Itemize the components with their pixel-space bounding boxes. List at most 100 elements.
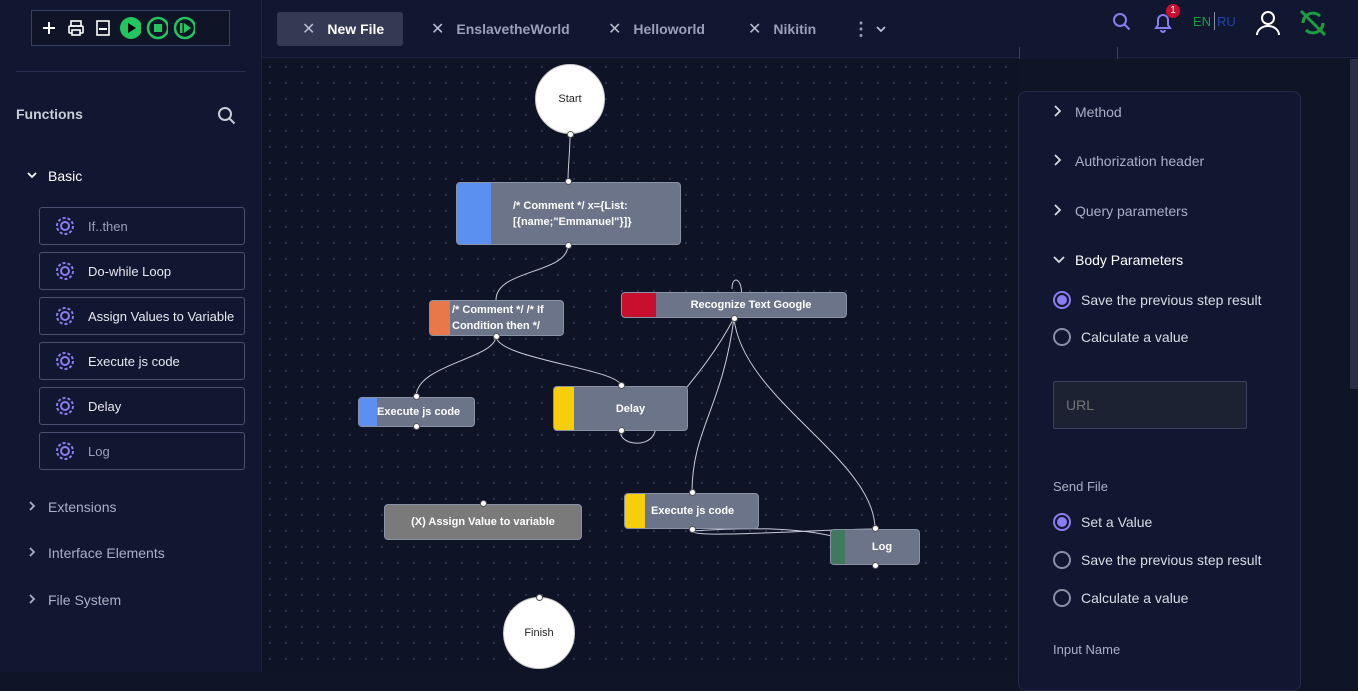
play-icon[interactable] (119, 17, 141, 39)
section-label: Authorization header (1075, 153, 1205, 169)
section-auth-header[interactable]: Authorization header (1053, 153, 1204, 169)
node-log[interactable]: Log (830, 529, 920, 565)
section-label: Method (1075, 104, 1122, 120)
node-label: /* Comment */ x={List: [{name;"Emmanuel"… (513, 199, 632, 228)
function-log[interactable]: Log (39, 432, 245, 470)
category-extensions[interactable]: Extensions (26, 499, 116, 515)
radio-sf-set-value[interactable]: Set a Value (1053, 513, 1152, 531)
port[interactable] (618, 382, 625, 389)
scrollbar[interactable] (1350, 59, 1358, 389)
category-basic[interactable]: Basic (26, 168, 82, 184)
lang-ru[interactable]: RU (1217, 14, 1236, 29)
close-icon[interactable]: ✕ (431, 19, 444, 39)
node-finish[interactable]: Finish (503, 597, 575, 669)
port[interactable] (689, 526, 696, 533)
flow-canvas[interactable]: Start /* Comment */ x={List: [{name;"Emm… (262, 59, 1018, 672)
node-execute-js-2[interactable]: Execute js code (624, 493, 759, 529)
gear-icon (54, 215, 76, 237)
tab-nikitin[interactable]: ✕ Nikitin (748, 12, 816, 46)
section-body-params[interactable]: Body Parameters (1053, 252, 1183, 268)
category-file-system[interactable]: File System (26, 592, 121, 608)
chevron-right-icon (26, 545, 40, 561)
stop-icon[interactable] (146, 16, 168, 40)
tab-new-file[interactable]: ✕ New File (277, 12, 404, 46)
chevron-right-icon (1053, 104, 1065, 120)
radio-body-calculate[interactable]: Calculate a value (1053, 328, 1188, 346)
category-interface-elements[interactable]: Interface Elements (26, 545, 165, 561)
node-label: Recognize Text Google (690, 299, 812, 311)
tab-label: Helloworld (633, 21, 705, 37)
toolbar (31, 10, 230, 46)
more-menu-icon[interactable]: ⋮ (852, 12, 870, 46)
port[interactable] (872, 562, 879, 569)
function-if-then[interactable]: If..then (39, 207, 245, 245)
section-method[interactable]: Method (1053, 104, 1122, 120)
chevron-right-icon (26, 499, 40, 515)
port[interactable] (493, 333, 500, 340)
user-icon[interactable] (1256, 10, 1280, 41)
search-icon[interactable] (217, 106, 237, 126)
print-icon[interactable] (65, 17, 87, 39)
port[interactable] (731, 315, 738, 322)
function-label: Execute js code (88, 353, 180, 369)
node-label: (X) Assign Value to variable (411, 516, 555, 528)
function-do-while[interactable]: Do-while Loop (39, 252, 245, 290)
port[interactable] (413, 423, 420, 430)
port[interactable] (872, 525, 879, 532)
pdf-icon[interactable] (92, 17, 114, 39)
node-comment-list[interactable]: /* Comment */ x={List: [{name;"Emmanuel"… (456, 182, 681, 245)
node-comment-if[interactable]: /* Comment */ /* If Condition then */ (429, 300, 564, 336)
radio-sf-save-previous[interactable]: Save the previous step result (1053, 551, 1262, 569)
function-label: Do-while Loop (88, 263, 172, 279)
port[interactable] (565, 242, 572, 249)
chevron-down-icon[interactable] (875, 12, 887, 46)
tab-label: EnslavetheWorld (456, 21, 570, 37)
function-execute-js[interactable]: Execute js code (39, 342, 245, 380)
search-icon[interactable] (1112, 12, 1132, 37)
gear-icon (54, 305, 76, 327)
tab-helloworld[interactable]: ✕ Helloworld (608, 12, 705, 46)
port[interactable] (689, 489, 696, 496)
section-label: Query parameters (1075, 203, 1188, 219)
node-assign-variable[interactable]: (X) Assign Value to variable (384, 504, 582, 540)
function-assign-values[interactable]: Assign Values to Variable (39, 297, 245, 335)
port[interactable] (565, 178, 572, 185)
header-icons: 1 (1112, 4, 1202, 40)
tab-enslave[interactable]: ✕ EnslavetheWorld (431, 12, 570, 46)
node-delay[interactable]: Delay (553, 386, 688, 431)
port[interactable] (536, 594, 543, 601)
node-start[interactable]: Start (535, 64, 605, 134)
radio-sf-calculate[interactable]: Calculate a value (1053, 589, 1188, 607)
function-delay[interactable]: Delay (39, 387, 245, 425)
lang-en[interactable]: EN (1193, 14, 1211, 29)
plus-icon[interactable] (38, 17, 60, 39)
chevron-right-icon (1053, 203, 1065, 219)
sync-off-icon[interactable] (1298, 8, 1328, 43)
send-file-label: Send File (1053, 479, 1108, 494)
node-label: Execute js code (651, 505, 735, 517)
gear-icon (54, 440, 76, 462)
function-label: Log (88, 443, 110, 459)
gear-icon (54, 260, 76, 282)
close-icon[interactable]: ✕ (608, 19, 621, 39)
radio-label: Save the previous step result (1081, 292, 1262, 308)
close-icon[interactable]: ✕ (302, 19, 315, 39)
section-query-params[interactable]: Query parameters (1053, 203, 1188, 219)
radio-body-save-previous[interactable]: Save the previous step result (1053, 291, 1262, 309)
tab-label: Nikitin (773, 21, 817, 37)
close-icon[interactable]: ✕ (748, 19, 761, 39)
radio-dot (1053, 551, 1071, 569)
url-input[interactable] (1053, 381, 1247, 429)
port[interactable] (480, 500, 487, 507)
divider (16, 71, 245, 72)
radio-label: Set a Value (1081, 514, 1153, 530)
port[interactable] (413, 393, 420, 400)
notification-badge: 1 (1166, 4, 1180, 18)
step-icon[interactable] (173, 16, 195, 40)
radio-dot (1053, 291, 1071, 309)
node-label: /* Comment */ /* If Condition then */ (452, 304, 544, 332)
port[interactable] (567, 131, 574, 138)
port[interactable] (618, 427, 625, 434)
chevron-down-icon (1053, 252, 1065, 268)
radio-label: Calculate a value (1081, 590, 1189, 606)
